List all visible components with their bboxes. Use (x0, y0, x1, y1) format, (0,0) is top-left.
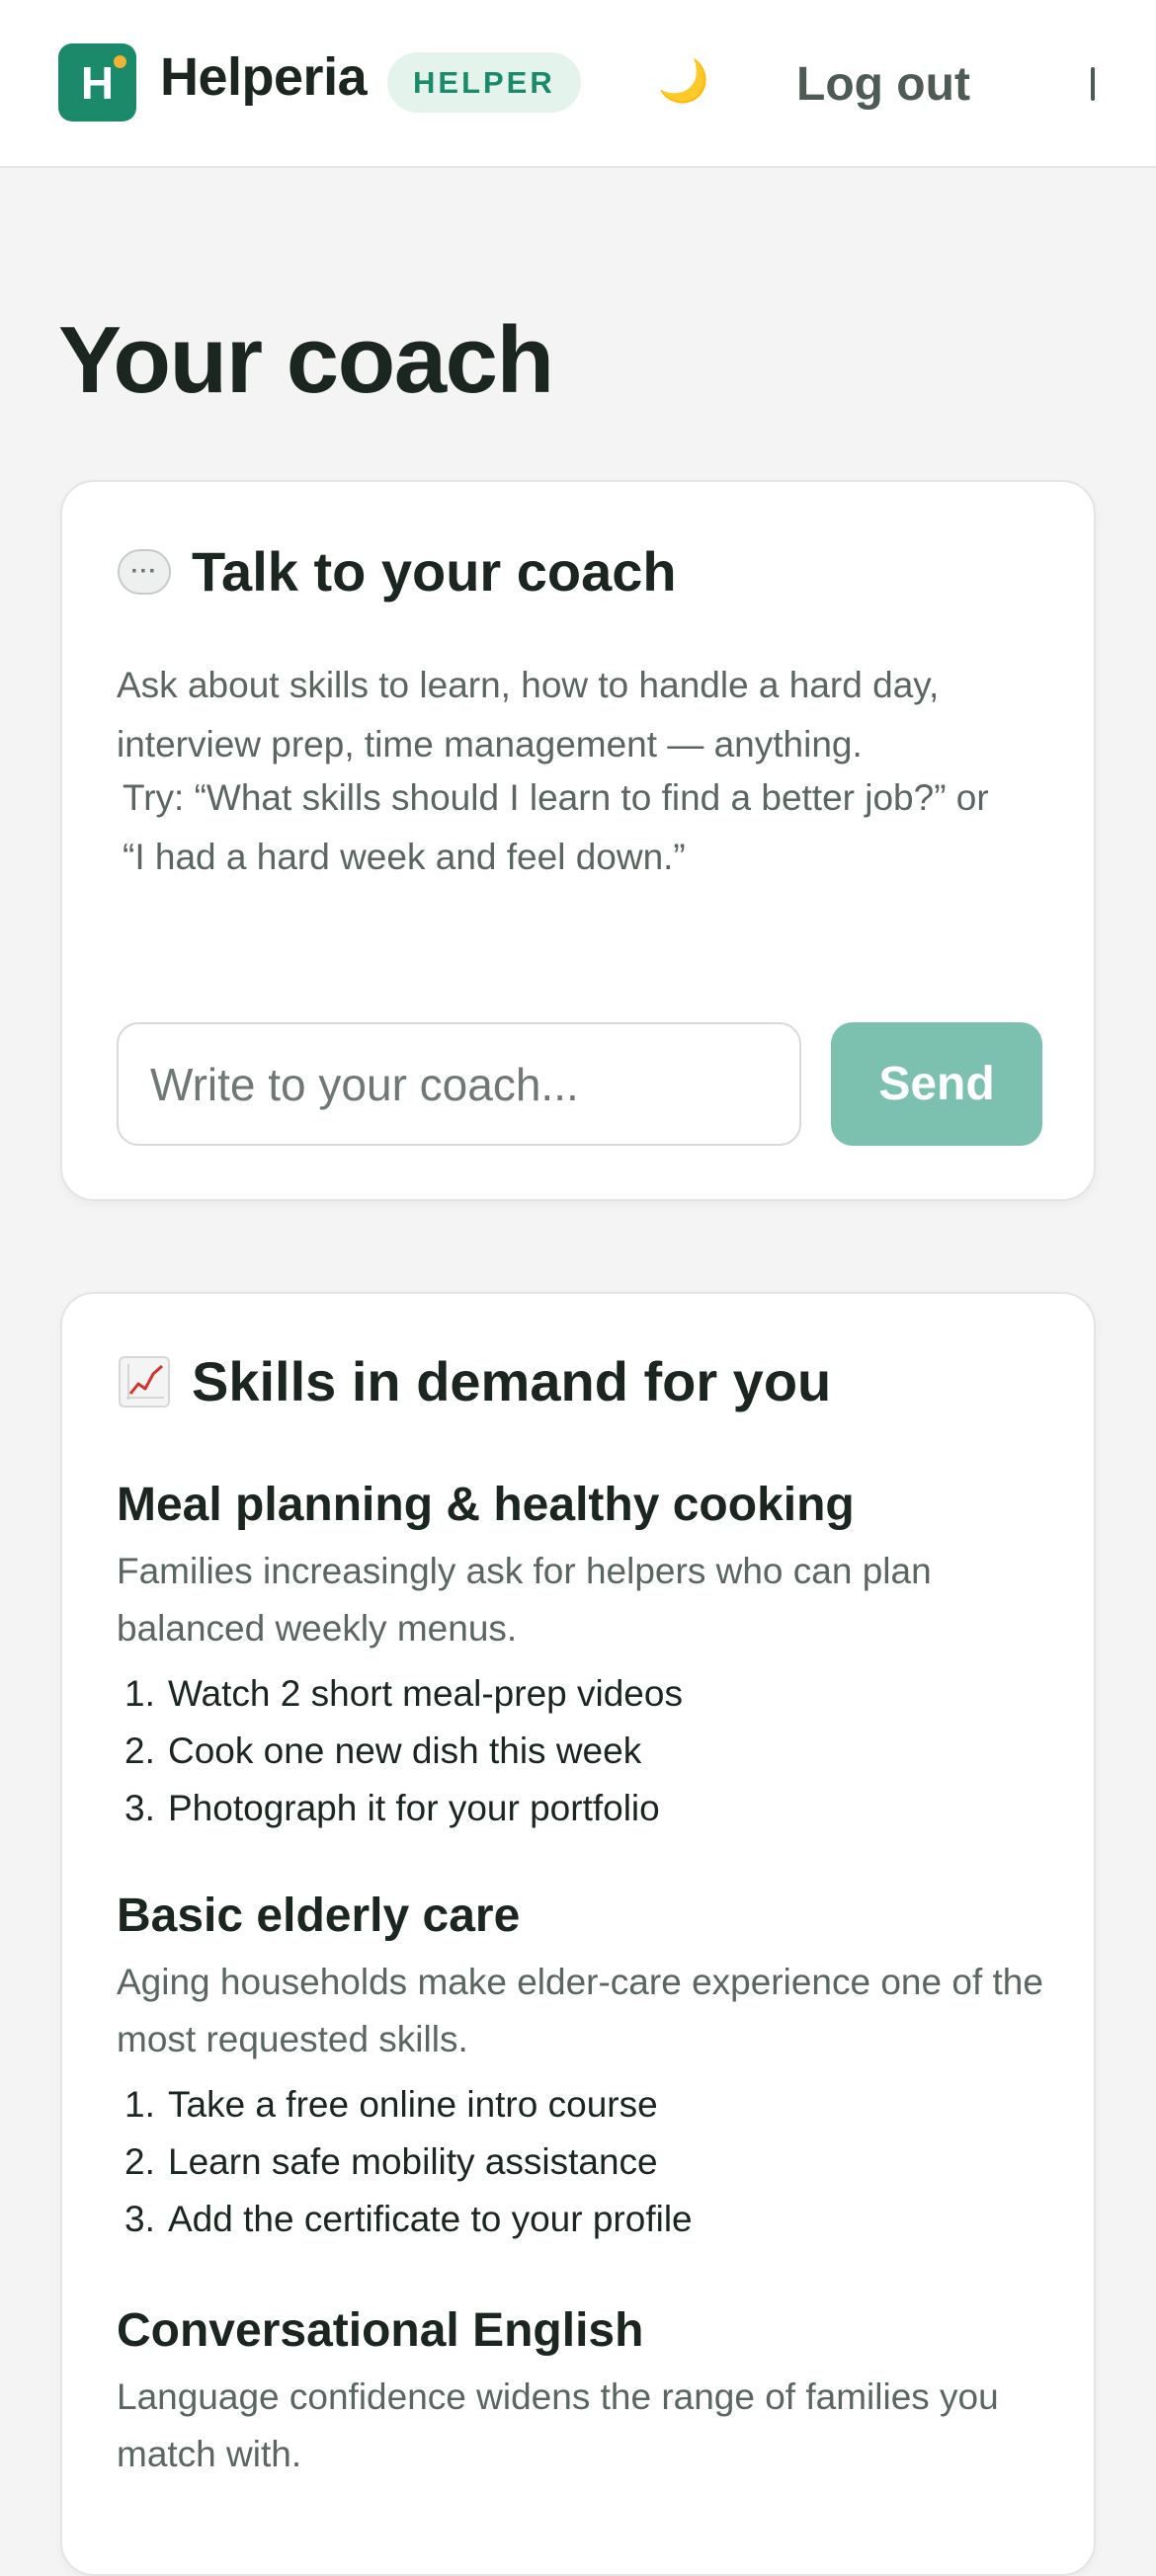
skills-card-header: Skills in demand for you (117, 1349, 831, 1413)
skill-item: Conversational English Language confiden… (117, 2301, 1065, 2483)
coach-message-input[interactable] (117, 1022, 801, 1146)
skill-step: 3. Add the certificate to your profile (124, 2199, 693, 2239)
moon-icon[interactable]: 🌙 (654, 51, 713, 111)
coach-card-description: Ask about skills to learn, how to handle… (117, 665, 940, 765)
helperia-logo-icon[interactable]: H (58, 43, 136, 121)
skill-step: 3. Photograph it for your portfolio (124, 1788, 660, 1828)
role-badge: HELPER (387, 52, 581, 113)
chart-increasing-icon (117, 1354, 172, 1409)
coach-card-title: Talk to your coach (192, 540, 677, 603)
skills-in-demand-card: Skills in demand for you Meal planning &… (60, 1292, 1096, 2576)
speech-bubble-icon: ··· (117, 544, 172, 600)
skill-description: Aging households make elder-care experie… (117, 1962, 1043, 2059)
menu-handle-icon[interactable] (1091, 67, 1095, 101)
skill-item: Basic elderly care Aging households make… (117, 1887, 1065, 2248)
skill-item: Meal planning & healthy cooking Families… (117, 1476, 1065, 1837)
logout-link[interactable]: Log out (796, 57, 970, 112)
send-button[interactable]: Send (831, 1022, 1042, 1146)
skill-name: Basic elderly care (117, 1890, 521, 1942)
logo-letter: H (80, 56, 115, 109)
coach-example-prompts: Try: “What skills should I learn to find… (123, 777, 989, 877)
skill-steps-list: 1. Watch 2 short meal-prep videos 2. Cook … (117, 1665, 1065, 1837)
skill-step: 1. Watch 2 short meal-prep videos (124, 1673, 683, 1714)
top-navigation-bar: H Helperia HELPER 🌙 Log out (0, 0, 1156, 168)
page-title: Your coach (58, 307, 554, 413)
skill-description: Language confidence widens the range of … (117, 2376, 999, 2474)
skill-name: Meal planning & healthy cooking (117, 1479, 855, 1531)
coach-card-header: ··· Talk to your coach (117, 539, 677, 604)
logo-dot (114, 55, 126, 68)
skill-step: 1. Take a free online intro course (124, 2084, 658, 2125)
skill-step: 2. Learn safe mobility assistance (124, 2141, 658, 2182)
skill-steps-list: 1. Take a free online intro course 2. Lear… (117, 2076, 1065, 2248)
skill-name: Conversational English (117, 2304, 644, 2357)
skill-description: Families increasingly ask for helpers wh… (117, 1551, 932, 1649)
skill-step: 2. Cook one new dish this week (124, 1731, 642, 1771)
brand-name[interactable]: Helperia (160, 46, 368, 108)
coach-chat-card: ··· Talk to your coach Ask about skills … (60, 480, 1096, 1201)
skills-card-title: Skills in demand for you (192, 1350, 832, 1412)
